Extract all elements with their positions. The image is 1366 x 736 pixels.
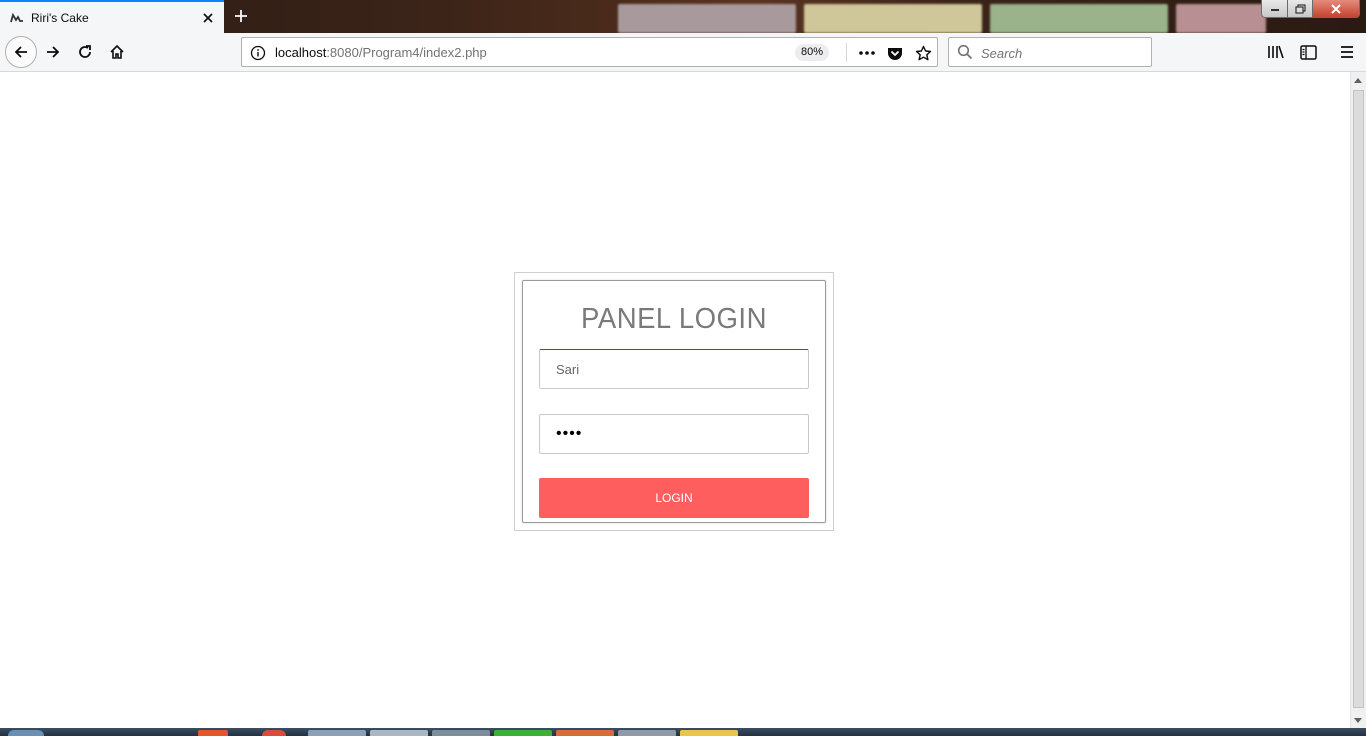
username-input[interactable] — [539, 349, 809, 389]
forward-button[interactable] — [37, 36, 69, 68]
plus-icon — [235, 10, 247, 22]
taskbar-app-icon[interactable] — [618, 730, 676, 736]
search-icon — [957, 44, 973, 64]
background-blur — [1176, 4, 1266, 33]
bookmark-star-button[interactable] — [913, 43, 933, 63]
background-blur — [804, 4, 982, 33]
zoom-indicator[interactable]: 80% — [795, 44, 830, 61]
home-button[interactable] — [101, 36, 133, 68]
pocket-button[interactable] — [885, 43, 905, 63]
hamburger-icon — [1341, 46, 1353, 58]
pocket-icon — [888, 47, 902, 60]
tab-active[interactable]: Riri's Cake — [0, 0, 224, 33]
taskbar-app-icon[interactable] — [198, 730, 228, 736]
info-icon[interactable] — [250, 45, 266, 61]
taskbar-app-icon[interactable] — [494, 730, 552, 736]
start-orb-icon[interactable] — [8, 730, 44, 736]
page-content: PANEL LOGIN •••• LOGIN — [0, 72, 1350, 728]
login-panel-outer: PANEL LOGIN •••• LOGIN — [514, 272, 834, 531]
search-input[interactable] — [979, 43, 1143, 63]
os-taskbar — [0, 728, 1366, 736]
password-mask: •••• — [556, 425, 583, 442]
taskbar-app-icon[interactable] — [262, 730, 286, 736]
sidebar-icon — [1299, 44, 1317, 60]
library-icon — [1268, 45, 1284, 59]
login-button[interactable]: LOGIN — [539, 478, 809, 518]
menu-button[interactable] — [1337, 42, 1357, 62]
site-favicon-icon — [10, 11, 24, 25]
close-icon — [1331, 3, 1341, 14]
taskbar-app-icon[interactable] — [308, 730, 366, 736]
new-tab-button[interactable] — [228, 3, 254, 29]
background-blur — [990, 4, 1168, 33]
minimize-button[interactable] — [1261, 0, 1288, 18]
nav-toolbar: localhost:8080/Program4/index2.php 80% — [0, 33, 1366, 72]
search-bar[interactable] — [948, 37, 1152, 67]
library-button[interactable] — [1266, 42, 1286, 62]
url-text[interactable]: localhost:8080/Program4/index2.php — [275, 45, 487, 60]
password-input[interactable]: •••• — [539, 414, 809, 454]
restore-button[interactable] — [1288, 0, 1313, 18]
background-blur — [618, 4, 796, 33]
taskbar-app-icon[interactable] — [556, 730, 614, 736]
reload-icon — [79, 45, 91, 58]
close-window-button[interactable] — [1313, 0, 1360, 18]
url-separator — [846, 43, 847, 62]
back-button[interactable] — [5, 36, 37, 68]
arrow-right-icon — [47, 46, 60, 58]
ellipsis-icon — [859, 51, 875, 55]
restore-icon — [1294, 3, 1306, 14]
scroll-up-icon[interactable] — [1354, 78, 1362, 83]
star-icon — [915, 45, 931, 60]
login-panel: PANEL LOGIN •••• LOGIN — [522, 280, 826, 523]
reload-button[interactable] — [69, 36, 101, 68]
minimize-icon — [1270, 8, 1279, 11]
scroll-down-icon[interactable] — [1354, 718, 1362, 723]
taskbar-app-icon[interactable] — [432, 730, 490, 736]
title-bar: Riri's Cake — [0, 0, 1366, 33]
address-bar[interactable]: localhost:8080/Program4/index2.php 80% — [241, 37, 938, 67]
tab-title: Riri's Cake — [31, 10, 89, 25]
taskbar-app-icon[interactable] — [370, 730, 428, 736]
sidebar-button[interactable] — [1298, 42, 1318, 62]
vertical-scrollbar[interactable] — [1350, 72, 1366, 728]
home-icon — [110, 44, 124, 59]
close-tab-icon[interactable] — [196, 6, 220, 30]
scroll-thumb[interactable] — [1353, 90, 1364, 708]
url-host: localhost — [275, 45, 327, 60]
page-actions-button[interactable] — [857, 43, 877, 63]
arrow-left-icon — [14, 46, 27, 58]
url-path: :8080/Program4/index2.php — [326, 45, 487, 60]
taskbar-app-icon[interactable] — [680, 730, 738, 736]
panel-title: PANEL LOGIN — [581, 303, 767, 335]
